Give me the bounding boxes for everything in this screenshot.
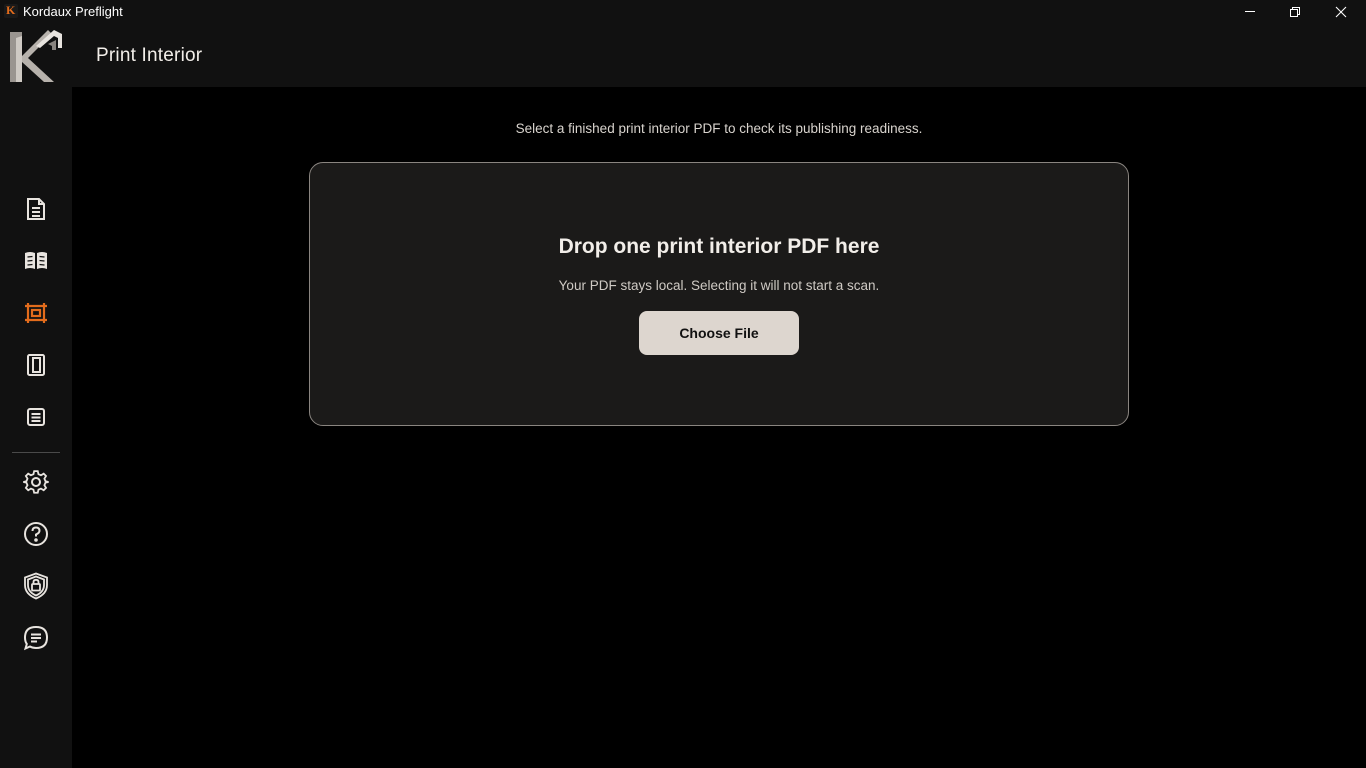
- feedback-chat-icon: [23, 625, 49, 651]
- nav-item-feedback[interactable]: [14, 618, 58, 658]
- minimize-button[interactable]: [1227, 0, 1273, 24]
- book-cover-icon: [27, 354, 45, 376]
- sidebar-divider: [12, 452, 60, 453]
- page-title: Print Interior: [96, 45, 203, 66]
- close-icon: [1335, 6, 1347, 18]
- nav-item-help[interactable]: [14, 514, 58, 554]
- instruction-text: Select a finished print interior PDF to …: [515, 121, 923, 136]
- document-icon: [27, 198, 45, 220]
- nav-item-settings[interactable]: [14, 462, 58, 502]
- dropzone-title: Drop one print interior PDF here: [558, 235, 880, 258]
- gear-icon: [23, 470, 49, 494]
- main-content: Select a finished print interior PDF to …: [72, 87, 1366, 768]
- close-button[interactable]: [1318, 0, 1364, 24]
- nav-item-document[interactable]: [14, 189, 58, 229]
- app-icon-letter: K: [6, 3, 16, 17]
- dropzone-subtitle: Your PDF stays local. Selecting it will …: [558, 278, 880, 293]
- restore-icon: [1290, 7, 1300, 17]
- minimize-icon: [1245, 11, 1255, 12]
- print-interior-icon: [25, 303, 47, 323]
- sidebar: [0, 87, 72, 768]
- nav-item-notes[interactable]: [14, 397, 58, 437]
- app-icon: K: [4, 3, 18, 18]
- open-book-icon: [25, 252, 47, 269]
- window-title: Kordaux Preflight: [23, 4, 123, 19]
- notes-icon: [27, 408, 45, 426]
- nav-item-open-book[interactable]: [14, 241, 58, 281]
- restore-button[interactable]: [1272, 0, 1318, 24]
- privacy-shield-icon: [24, 572, 48, 600]
- kordaux-logo: [10, 30, 62, 82]
- nav-item-book-cover[interactable]: [14, 345, 58, 385]
- choose-file-button[interactable]: Choose File: [639, 311, 799, 355]
- help-icon: [24, 522, 48, 546]
- app-header: Print Interior: [0, 24, 1366, 87]
- title-bar: K Kordaux Preflight: [0, 0, 1366, 24]
- nav-item-print-interior[interactable]: [14, 293, 58, 333]
- nav-item-privacy[interactable]: [14, 566, 58, 606]
- pdf-dropzone[interactable]: Drop one print interior PDF here Your PD…: [309, 162, 1129, 426]
